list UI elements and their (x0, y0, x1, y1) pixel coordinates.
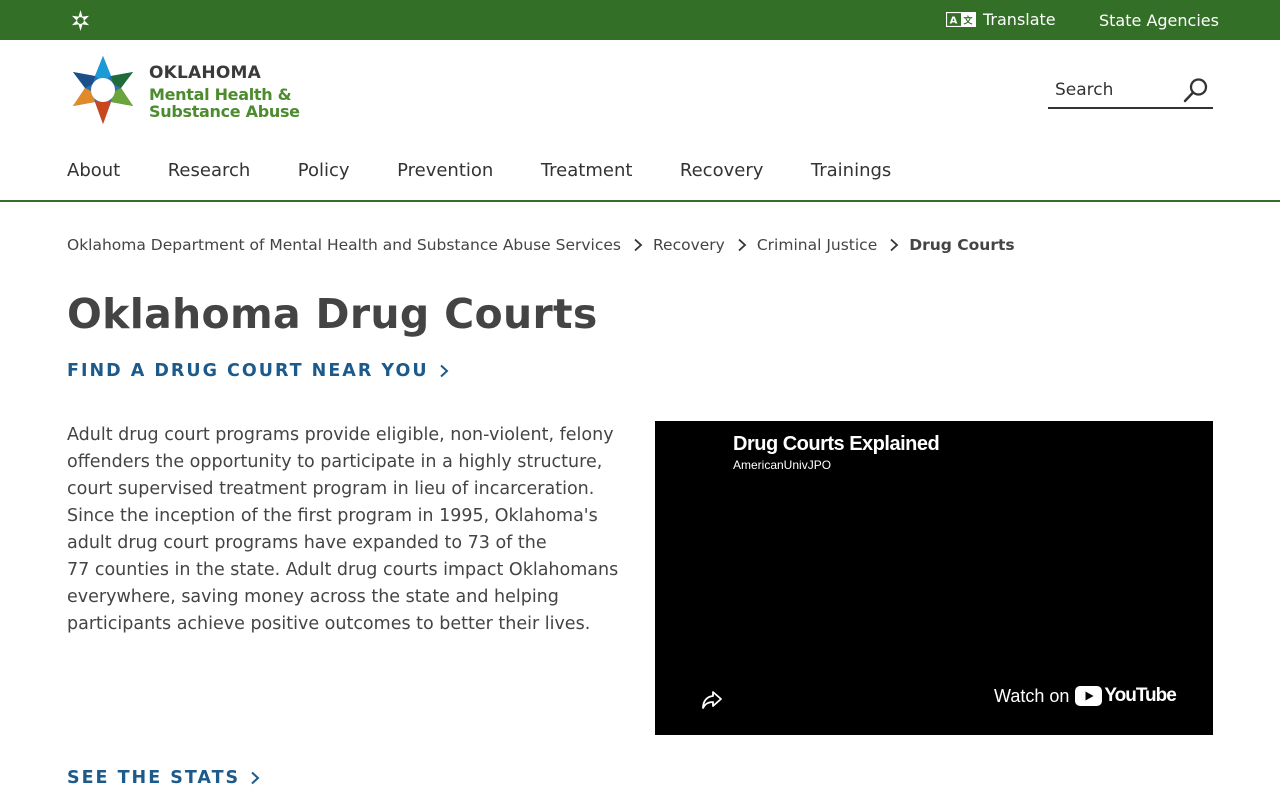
chevron-right-icon (251, 771, 260, 785)
search-icon[interactable] (1182, 76, 1210, 104)
nav-item-treatment[interactable]: Treatment (541, 160, 633, 181)
top-utility-bar: A 文 Translate State Agencies (0, 0, 1280, 40)
translate-button[interactable]: A 文 Translate (946, 8, 1056, 30)
nav-item-recovery[interactable]: Recovery (680, 160, 763, 181)
chevron-right-icon (439, 364, 449, 378)
intro-line: Since the inception of the first program… (67, 506, 598, 526)
logo-line-substance-abuse: Substance Abuse (149, 102, 300, 121)
state-agencies-label: State Agencies (1099, 10, 1219, 30)
star-logo-icon (73, 56, 133, 124)
site-logo[interactable]: OKLAHOMA Mental Health & Substance Abuse (67, 54, 317, 126)
main-navigation: About Research Policy Prevention Treatme… (0, 150, 1280, 202)
video-title[interactable]: Drug Courts Explained (733, 433, 940, 456)
breadcrumb-item-department[interactable]: Oklahoma Department of Mental Health and… (67, 236, 621, 254)
state-agencies-link[interactable]: State Agencies (1099, 9, 1219, 31)
youtube-wordmark: YouTube (1104, 685, 1176, 706)
intro-line: participants achieve positive outcomes t… (67, 614, 591, 634)
find-drug-court-label: FIND A DRUG COURT NEAR YOU (67, 361, 429, 381)
nav-item-research[interactable]: Research (168, 160, 251, 181)
breadcrumb: Oklahoma Department of Mental Health and… (67, 236, 1015, 254)
breadcrumb-item-recovery[interactable]: Recovery (653, 236, 725, 254)
intro-line: court supervised treatment program in li… (67, 479, 595, 499)
see-the-stats-label: SEE THE STATS (67, 768, 241, 788)
translate-label: Translate (983, 9, 1056, 29)
chevron-right-icon (634, 238, 643, 252)
search-input[interactable] (1055, 78, 1175, 102)
oklahoma-star-icon[interactable] (69, 9, 92, 32)
find-drug-court-link[interactable]: FIND A DRUG COURT NEAR YOU (67, 361, 449, 381)
chevron-right-icon (738, 238, 747, 252)
embedded-video-player[interactable]: Drug Courts Explained AmericanUnivJPO Wa… (655, 421, 1213, 735)
search-box (1048, 72, 1213, 109)
page-title: Oklahoma Drug Courts (67, 290, 598, 338)
logo-line-oklahoma: OKLAHOMA (149, 63, 261, 83)
breadcrumb-current: Drug Courts (909, 236, 1015, 254)
share-icon[interactable] (700, 687, 724, 711)
nav-item-prevention[interactable]: Prevention (397, 160, 493, 181)
intro-line: Adult drug court programs provide eligib… (67, 425, 614, 445)
svg-text:文: 文 (962, 14, 973, 26)
watch-on-label: Watch on (994, 685, 1070, 706)
see-the-stats-link[interactable]: SEE THE STATS (67, 768, 260, 788)
youtube-play-icon (1075, 686, 1103, 706)
watch-on-youtube-button[interactable]: Watch on YouTube (994, 685, 1177, 707)
nav-item-policy[interactable]: Policy (298, 160, 350, 181)
intro-line: everywhere, saving money across the stat… (67, 587, 559, 607)
youtube-logo: YouTube (1075, 685, 1177, 707)
chevron-right-icon (890, 238, 899, 252)
nav-item-trainings[interactable]: Trainings (811, 160, 891, 181)
video-channel[interactable]: AmericanUnivJPO (733, 458, 831, 472)
intro-paragraph: Adult drug court programs provide eligib… (67, 422, 627, 638)
intro-line: adult drug court programs have expanded … (67, 533, 547, 553)
intro-line: offenders the opportunity to participate… (67, 452, 603, 472)
svg-text:A: A (950, 15, 958, 26)
nav-item-about[interactable]: About (67, 160, 120, 181)
breadcrumb-item-criminal-justice[interactable]: Criminal Justice (757, 236, 877, 254)
translate-icon: A 文 (946, 11, 976, 27)
intro-line: 77 counties in the state. Adult drug cou… (67, 560, 619, 580)
